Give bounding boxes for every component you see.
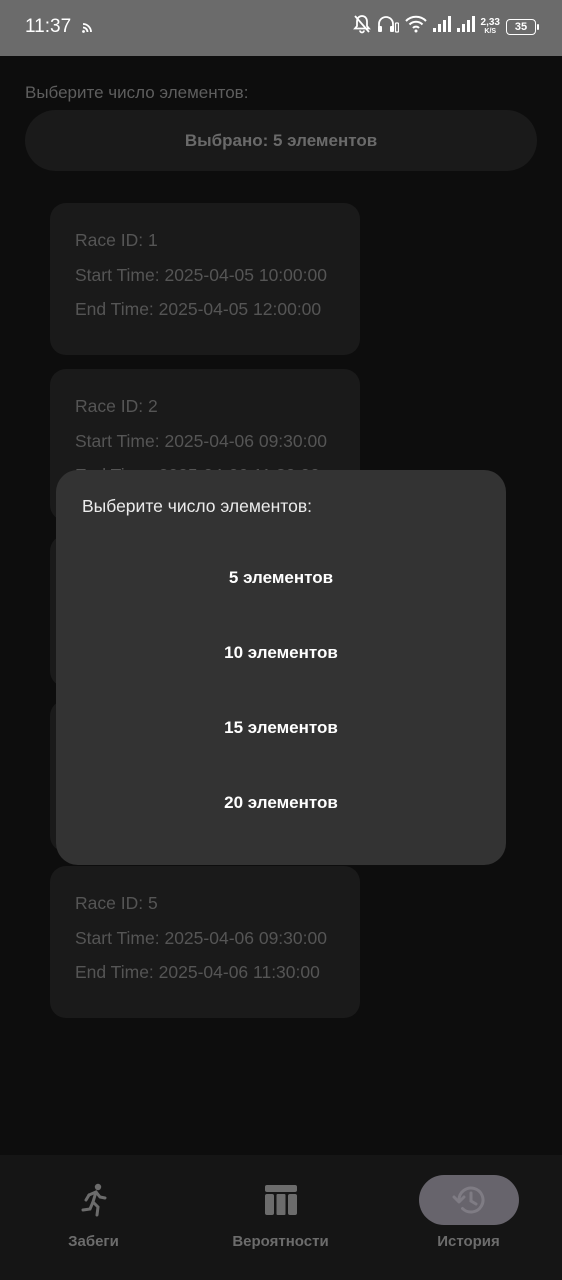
dialog-title: Выберите число элементов: <box>82 496 313 516</box>
table-icon <box>264 1185 297 1215</box>
mute-bell-icon <box>352 14 371 39</box>
race-card[interactable]: Race ID: 1 Start Time: 2025-04-05 10:00:… <box>50 203 360 355</box>
nav-item-races[interactable]: Забеги <box>0 1155 187 1280</box>
race-start-time: Start Time: 2025-04-06 09:30:00 <box>75 927 327 948</box>
nav-item-probabilities[interactable]: Вероятности <box>187 1155 374 1280</box>
race-id: Race ID: 2 <box>75 396 158 416</box>
nav-label-races: Забеги <box>68 1233 119 1250</box>
select-count-label: Выберите число элементов: <box>25 83 249 102</box>
dialog-option-5[interactable]: 5 элементов <box>56 548 506 608</box>
nav-item-history[interactable]: История <box>375 1155 562 1280</box>
nav-label-probabilities: Вероятности <box>232 1233 329 1250</box>
race-start-time: Start Time: 2025-04-05 10:00:00 <box>75 264 327 285</box>
race-card[interactable]: Race ID: 5 Start Time: 2025-04-06 09:30:… <box>50 866 360 1018</box>
battery-icon: 35 <box>506 18 539 35</box>
status-bar: 11:37 2,33 K/S 35 <box>0 0 562 56</box>
select-count-button[interactable]: Выбрано: 5 элементов <box>25 110 537 171</box>
headphones-icon <box>377 14 399 39</box>
signal-icon <box>432 16 451 37</box>
dialog-option-20[interactable]: 20 элементов <box>56 773 506 833</box>
count-dialog: Выберите число элементов: 5 элементов 10… <box>56 470 506 865</box>
network-speed: 2,33 K/S <box>480 16 500 36</box>
network-speed-unit: K/S <box>484 27 497 35</box>
running-icon <box>81 1183 106 1217</box>
signal-icon-2 <box>456 16 475 37</box>
race-id: Race ID: 1 <box>75 230 158 250</box>
dialog-option-10[interactable]: 10 элементов <box>56 623 506 683</box>
nav-active-indicator <box>418 1175 519 1225</box>
wifi-icon <box>404 15 427 38</box>
dialog-option-15[interactable]: 15 элементов <box>56 698 506 758</box>
cast-icon <box>82 20 94 38</box>
status-time: 11:37 <box>25 16 72 37</box>
nav-label-history: История <box>437 1233 500 1250</box>
status-icons: 2,33 K/S 35 <box>352 14 539 39</box>
race-end-time: End Time: 2025-04-06 11:30:00 <box>75 962 320 982</box>
history-icon <box>452 1186 484 1214</box>
race-start-time: Start Time: 2025-04-06 09:30:00 <box>75 430 327 451</box>
race-end-time: End Time: 2025-04-05 12:00:00 <box>75 299 322 319</box>
network-speed-value: 2,33 <box>480 16 500 28</box>
race-id: Race ID: 5 <box>75 893 158 913</box>
bottom-navigation: Забеги Вероятности История <box>0 1155 562 1280</box>
